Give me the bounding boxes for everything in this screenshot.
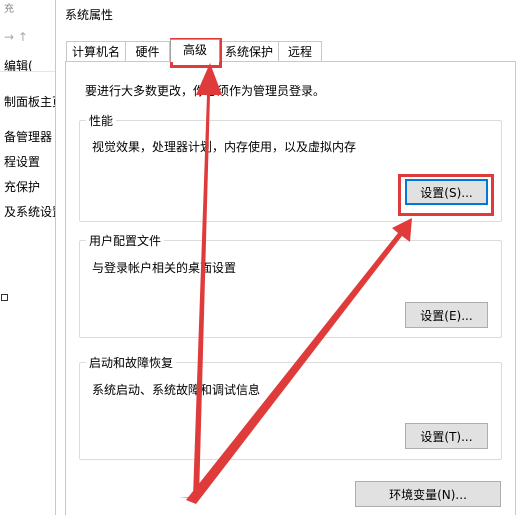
startup-recovery-title: 启动和故障恢复 xyxy=(86,354,177,371)
user-profiles-settings-button[interactable]: 设置(E)... xyxy=(405,302,488,328)
performance-title: 性能 xyxy=(86,112,117,129)
tab-computer-name[interactable]: 计算机名 xyxy=(66,41,126,61)
performance-description: 视觉效果，处理器计划，内存使用，以及虚拟内存 xyxy=(92,140,357,154)
background-explorer-window: 充 → ↑ 编辑( 制面板主页 备管理器 程设置 充保护 及系统设置 xyxy=(0,0,64,515)
bg-system-protection[interactable]: 充保护 xyxy=(4,178,40,195)
user-profiles-group: 用户配置文件 与登录帐户相关的桌面设置 设置(E)... xyxy=(79,232,502,338)
startup-recovery-group: 启动和故障恢复 系统启动、系统故障和调试信息 设置(T)... xyxy=(79,354,502,460)
user-profiles-description: 与登录帐户相关的桌面设置 xyxy=(92,261,237,275)
tab-hardware[interactable]: 硬件 xyxy=(125,41,170,61)
bg-device-manager[interactable]: 备管理器 xyxy=(4,128,52,145)
bg-text-top: 充 xyxy=(4,4,14,15)
bg-small-square-icon xyxy=(1,294,8,301)
tab-remote[interactable]: 远程 xyxy=(278,41,322,61)
environment-variables-button[interactable]: 环境变量(N)... xyxy=(355,481,501,507)
startup-recovery-description: 系统启动、系统故障和调试信息 xyxy=(92,383,261,397)
user-profiles-title: 用户配置文件 xyxy=(86,232,165,249)
tab-system-protection[interactable]: 系统保护 xyxy=(219,41,279,61)
performance-settings-button[interactable]: 设置(S)... xyxy=(405,179,488,205)
dialog-title: 系统属性 xyxy=(65,8,114,22)
bg-separator xyxy=(0,71,60,72)
system-properties-dialog: 系统属性 计算机名 硬件 高级 系统保护 远程 要进行大多数更改，你必须作为管理… xyxy=(55,0,525,515)
tab-advanced[interactable]: 高级 xyxy=(170,39,220,62)
tab-strip: 计算机名 硬件 高级 系统保护 远程 xyxy=(66,39,521,62)
bg-remote-settings[interactable]: 程设置 xyxy=(4,153,40,170)
startup-recovery-settings-button[interactable]: 设置(T)... xyxy=(405,423,488,449)
admin-notice: 要进行大多数更改，你必须作为管理员登录。 xyxy=(85,84,326,98)
performance-group: 性能 视觉效果，处理器计划，内存使用，以及虚拟内存 设置(S)... xyxy=(79,112,502,222)
bg-nav-arrows[interactable]: → ↑ xyxy=(4,30,28,44)
